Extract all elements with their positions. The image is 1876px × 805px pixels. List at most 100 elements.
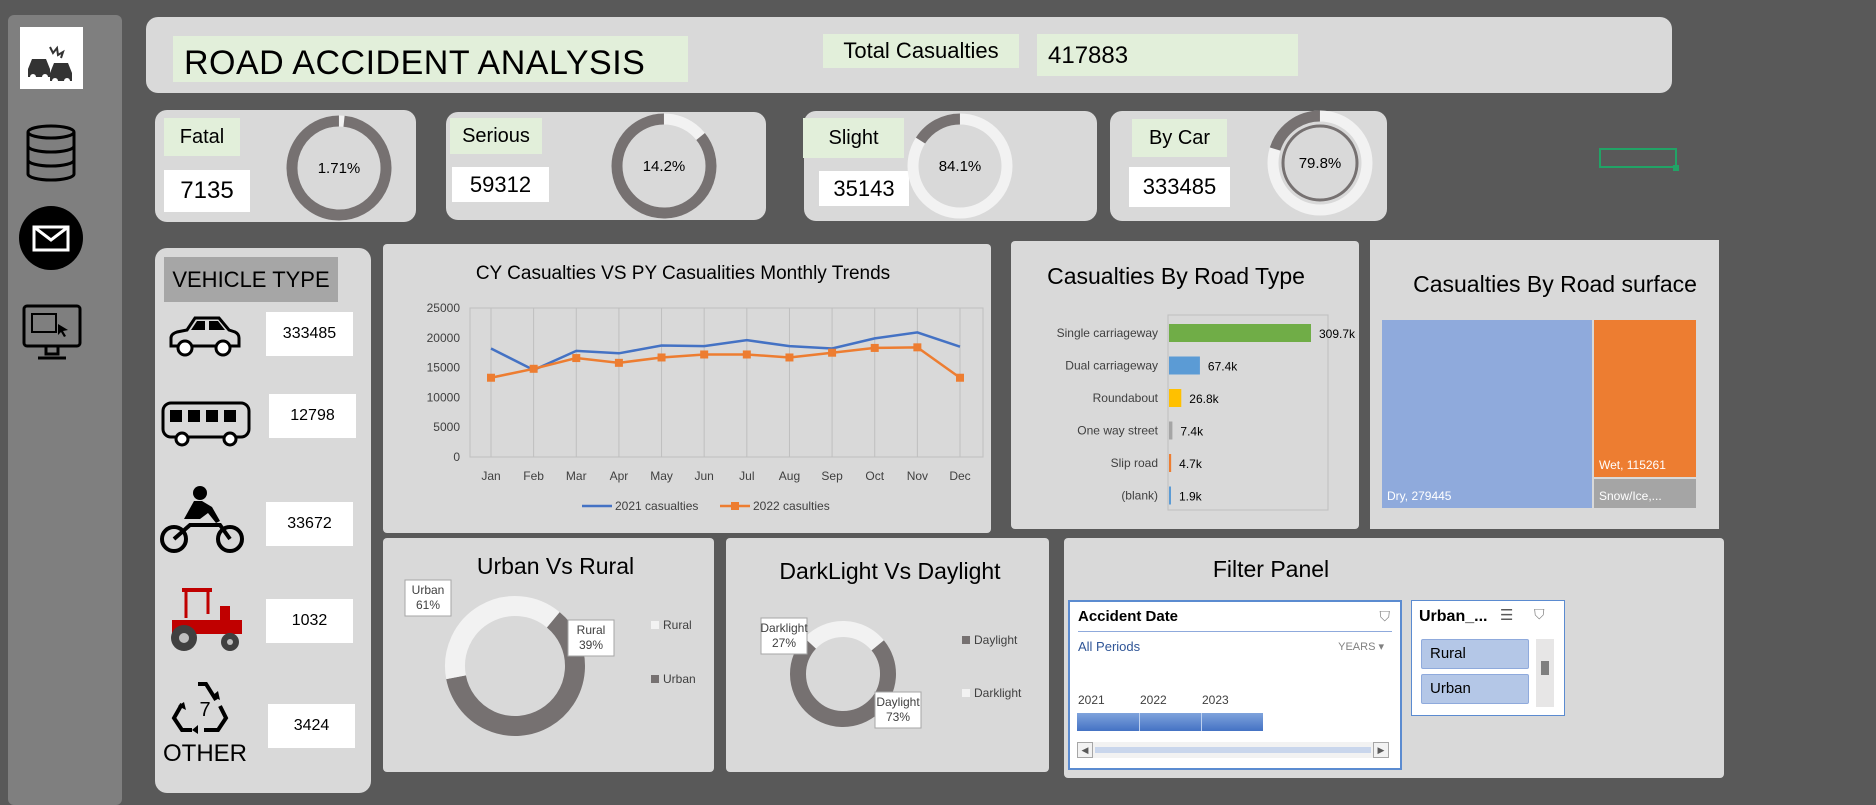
year-label-2022: 2022 bbox=[1140, 693, 1167, 707]
kpi-serious-value-box: 59312 bbox=[452, 167, 549, 202]
multi-select-icon[interactable]: ☰ bbox=[1500, 606, 1513, 624]
legend-label: Rural bbox=[663, 618, 692, 632]
slicer-item-urban-label: Urban bbox=[1430, 680, 1471, 697]
car-icon bbox=[165, 310, 243, 362]
urban-slicer[interactable]: Urban_... ☰ ⛉ Rural Urban bbox=[1411, 600, 1565, 716]
slicer-item-urban[interactable]: Urban bbox=[1421, 674, 1529, 704]
monthly-trend-chart: 25000 20000 15000 10000 5000 0 Jan Feb Mar Apr May… bbox=[427, 301, 984, 513]
vehicle-tractor-value-box: 1032 bbox=[266, 599, 353, 643]
legend-swatch bbox=[651, 621, 659, 629]
slicer-item-rural[interactable]: Rural bbox=[1421, 639, 1529, 669]
bar bbox=[1169, 421, 1173, 440]
x-tick-label: May bbox=[650, 469, 673, 483]
series-point-2022 bbox=[572, 354, 581, 363]
plot-area bbox=[1167, 314, 1329, 511]
kpi-by-car-label-box: By Car bbox=[1132, 119, 1227, 157]
legend-swatch bbox=[962, 689, 970, 697]
legend-swatch bbox=[962, 636, 970, 644]
total-casualties-value: 417883 bbox=[1048, 42, 1129, 69]
y-tick-label: 25000 bbox=[427, 301, 461, 315]
x-tick-label: Sep bbox=[821, 469, 843, 483]
year-label-2023: 2023 bbox=[1202, 693, 1229, 707]
page-title: ROAD ACCIDENT ANALYSIS bbox=[184, 44, 646, 82]
bar bbox=[1169, 454, 1172, 472]
slicer-scrollbar[interactable] bbox=[1536, 639, 1554, 707]
treemap-tile: Wet, 115261 bbox=[1593, 320, 1696, 477]
time-unit-dropdown[interactable]: YEARS ▾ bbox=[1338, 640, 1384, 653]
kpi-fatal-value-box: 7135 bbox=[164, 170, 250, 212]
urban-slicer-title: Urban_... bbox=[1419, 608, 1488, 625]
vehicle-type-title-box: VEHICLE TYPE bbox=[164, 257, 338, 302]
road-surface-title: Casualties By Road surface bbox=[1413, 271, 1697, 297]
scroll-right-icon[interactable]: ▶ bbox=[1373, 742, 1389, 758]
vehicle-tractor-value: 1032 bbox=[291, 612, 328, 629]
pie-data-label: Urban bbox=[412, 583, 445, 597]
vehicle-motorbike-value: 33672 bbox=[287, 515, 332, 532]
pie-slice bbox=[445, 596, 560, 680]
x-tick-label: Mar bbox=[566, 469, 587, 483]
series-point-2022 bbox=[913, 343, 922, 352]
kpi-by-car-value-box: 333485 bbox=[1129, 167, 1230, 207]
x-tick-label: Oct bbox=[865, 469, 884, 483]
clear-filter-icon[interactable]: ⛉ bbox=[1534, 606, 1545, 623]
treemap-tile: Snow/Ice,... bbox=[1593, 478, 1696, 508]
y-tick-label: 15000 bbox=[427, 361, 461, 375]
series-point-2022 bbox=[487, 373, 495, 382]
monitor-icon[interactable] bbox=[22, 304, 82, 362]
legend-label: Darklight bbox=[974, 686, 1022, 700]
vehicle-car-value-box: 333485 bbox=[266, 312, 353, 356]
legend-label: 2021 casualties bbox=[615, 499, 698, 513]
pie-data-label: 27% bbox=[772, 636, 796, 650]
road-type-chart: Single carriageway 309.7k Dual carriageway… bbox=[1057, 314, 1356, 511]
kpi-slight-value-box: 35143 bbox=[819, 171, 909, 206]
treemap-label: Dry, 279445 bbox=[1387, 489, 1452, 503]
filter-panel-title: Filter Panel bbox=[1212, 556, 1330, 582]
fill-handle[interactable] bbox=[1673, 165, 1679, 171]
series-point-2022 bbox=[742, 350, 751, 359]
total-casualties-label: Total Casualties bbox=[843, 38, 999, 63]
data-label: 309.7k bbox=[1319, 327, 1356, 341]
selected-cell[interactable] bbox=[1599, 148, 1677, 168]
title-box: ROAD ACCIDENT ANALYSIS bbox=[173, 36, 688, 82]
y-tick-label: 20000 bbox=[427, 331, 461, 345]
kpi-fatal-value: 7135 bbox=[180, 177, 234, 204]
treemap-tile: Dry, 279445 bbox=[1382, 320, 1592, 508]
pie-slice bbox=[804, 621, 884, 651]
slicer-scroll-thumb[interactable] bbox=[1541, 661, 1549, 675]
vehicle-bus-value-box: 12798 bbox=[269, 394, 356, 438]
timeline-bar[interactable] bbox=[1077, 713, 1264, 731]
kpi-fatal-label: Fatal bbox=[179, 125, 225, 148]
time-unit-label: YEARS bbox=[1338, 641, 1376, 653]
scroll-left-icon[interactable]: ◀ bbox=[1077, 742, 1093, 758]
kpi-by-car-value: 333485 bbox=[1142, 174, 1217, 199]
vehicle-type-title: VEHICLE TYPE bbox=[172, 266, 330, 292]
bar bbox=[1169, 486, 1171, 505]
kpi-by-car-label: By Car bbox=[1148, 126, 1211, 149]
x-tick-label: Apr bbox=[610, 469, 629, 483]
series-point-2022 bbox=[614, 358, 623, 367]
scroll-track[interactable] bbox=[1095, 747, 1371, 753]
vehicle-car-value: 333485 bbox=[282, 325, 337, 342]
accident-date-slicer-title: Accident Date bbox=[1078, 608, 1179, 625]
year-label-2021: 2021 bbox=[1078, 693, 1105, 707]
pie-data-label: 61% bbox=[416, 598, 440, 612]
recycle-icon: 7 bbox=[170, 680, 240, 738]
x-tick-label: Jan bbox=[481, 469, 500, 483]
total-value-box: 417883 bbox=[1037, 34, 1298, 76]
total-label-box: Total Casualties bbox=[823, 34, 1019, 68]
x-tick-label: Jul bbox=[739, 469, 754, 483]
database-icon[interactable] bbox=[24, 124, 78, 182]
accident-date-slicer[interactable]: Accident Date ⛉ All Periods YEARS ▾ 2021… bbox=[1068, 600, 1402, 770]
vehicle-motorbike-value-box: 33672 bbox=[266, 502, 353, 546]
car-crash-icon[interactable] bbox=[20, 27, 83, 89]
x-tick-label: Nov bbox=[907, 469, 928, 483]
clear-filter-icon[interactable]: ⛉ bbox=[1380, 608, 1391, 625]
treemap-label: Wet, 115261 bbox=[1598, 457, 1666, 472]
timeline-scrollbar[interactable]: ◀ ▶ bbox=[1077, 742, 1389, 758]
tractor-icon bbox=[164, 584, 248, 654]
series-point-2022 bbox=[785, 353, 794, 362]
legend-swatch bbox=[651, 675, 659, 683]
series-line-2021 bbox=[490, 331, 961, 372]
mail-icon[interactable] bbox=[18, 205, 84, 271]
x-tick-label: Feb bbox=[523, 469, 544, 483]
